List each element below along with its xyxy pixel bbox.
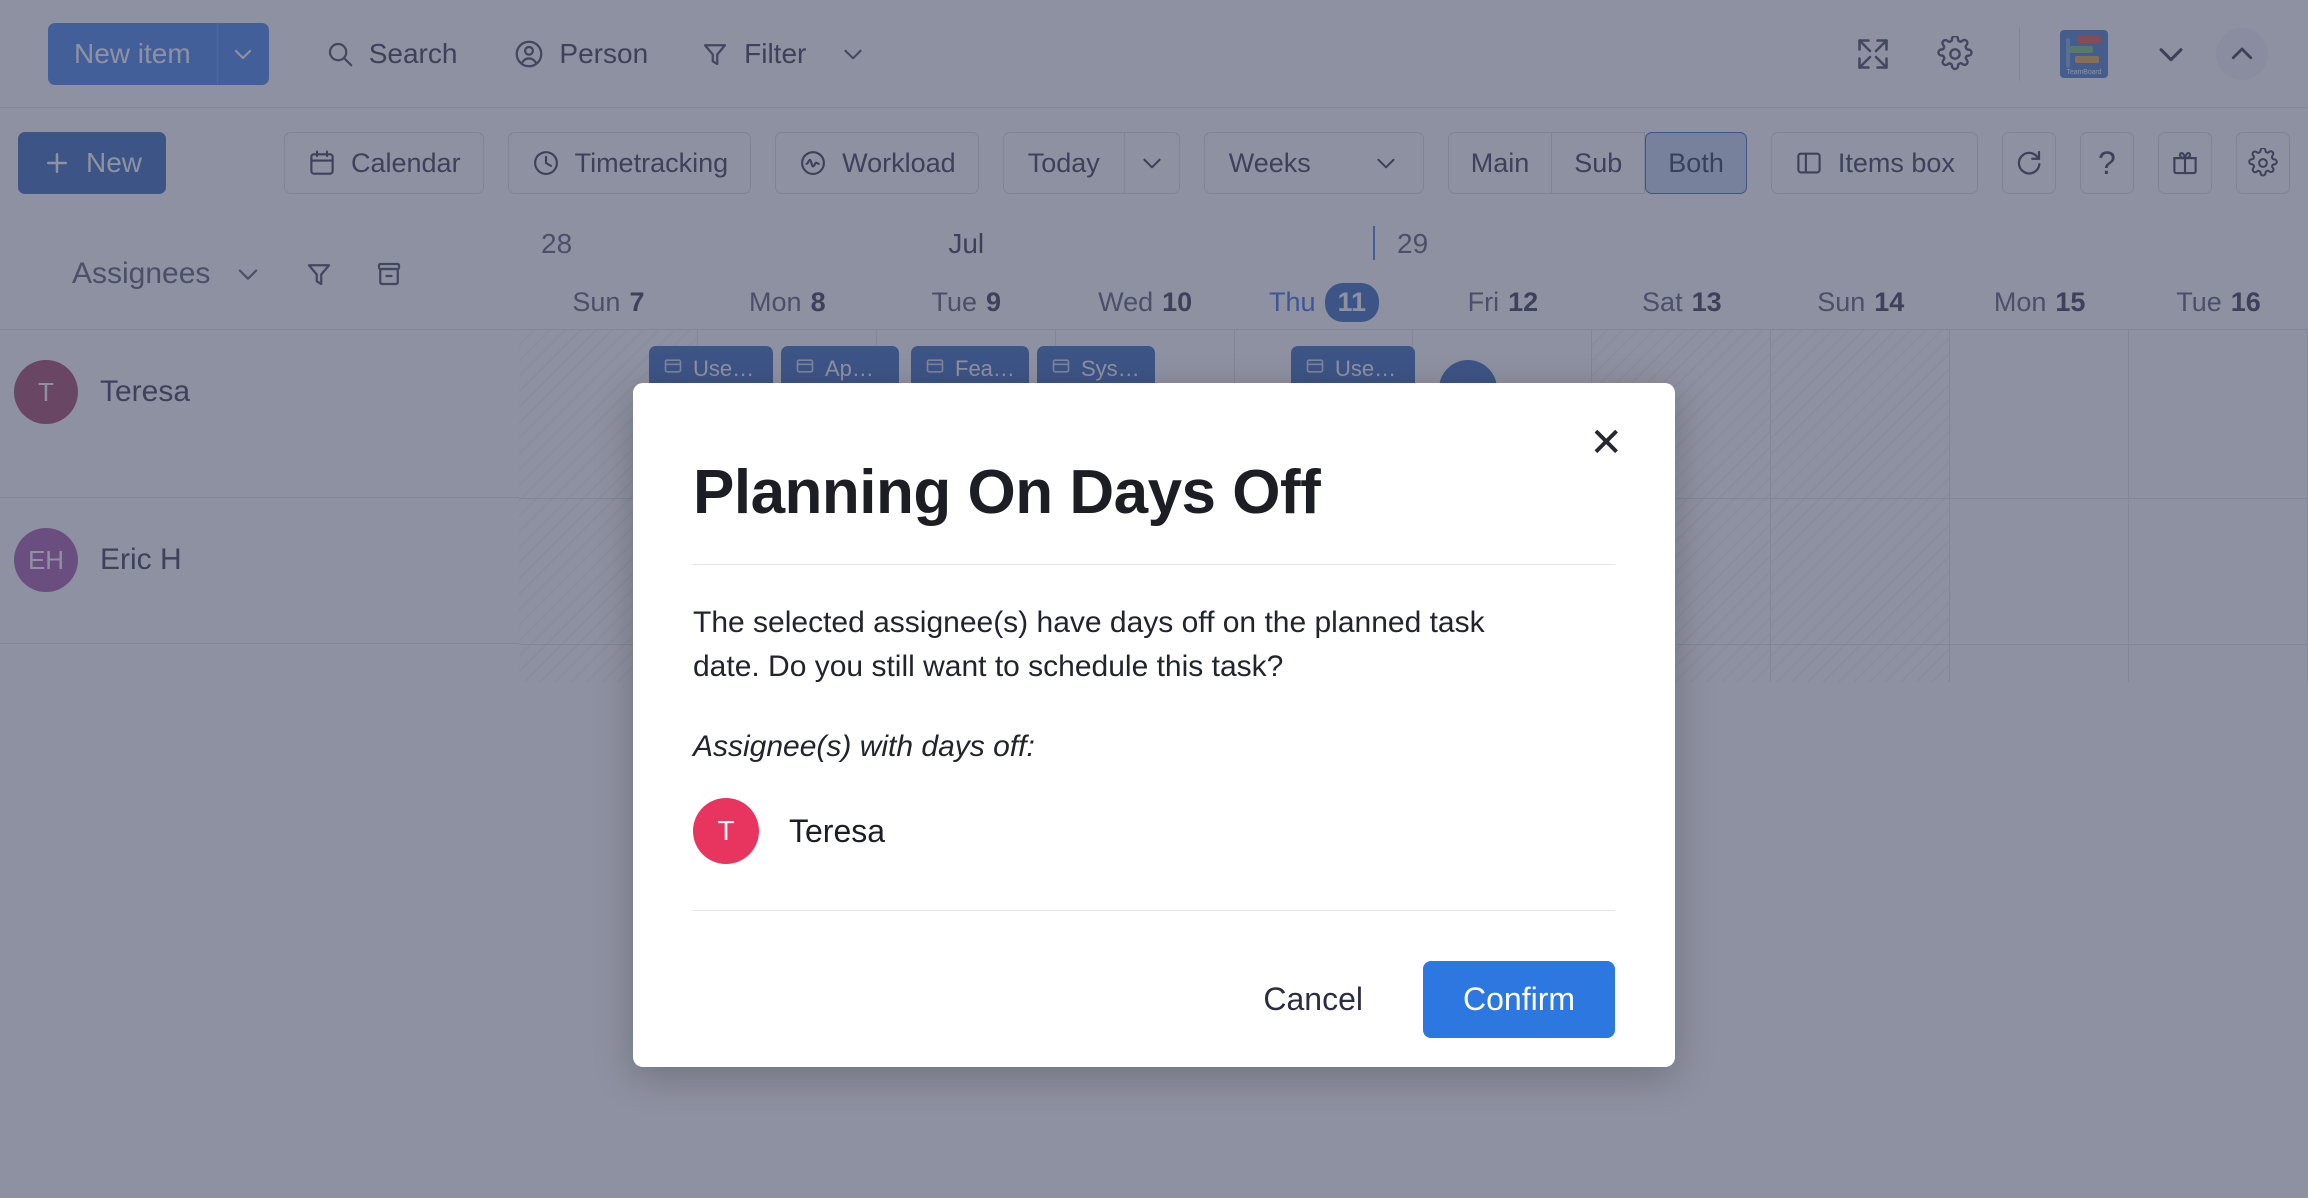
assignee-name: Teresa [789,813,885,850]
dialog-title: Planning On Days Off [693,383,1615,528]
planning-days-off-dialog: ✕ Planning On Days Off The selected assi… [633,383,1675,1067]
dialog-actions: Cancel Confirm [693,961,1615,1038]
cancel-button[interactable]: Cancel [1229,963,1397,1036]
divider [693,910,1615,911]
divider [693,564,1615,565]
confirm-button[interactable]: Confirm [1423,961,1615,1038]
avatar-initials: T [717,815,734,847]
avatar: T [693,798,759,864]
dialog-assignee-item: T Teresa [693,798,1615,864]
dialog-subheading: Assignee(s) with days off: [693,730,1615,764]
close-icon[interactable]: ✕ [1589,423,1623,463]
app-root: New item Search Person [0,0,2308,1198]
dialog-message: The selected assignee(s) have days off o… [693,601,1553,688]
